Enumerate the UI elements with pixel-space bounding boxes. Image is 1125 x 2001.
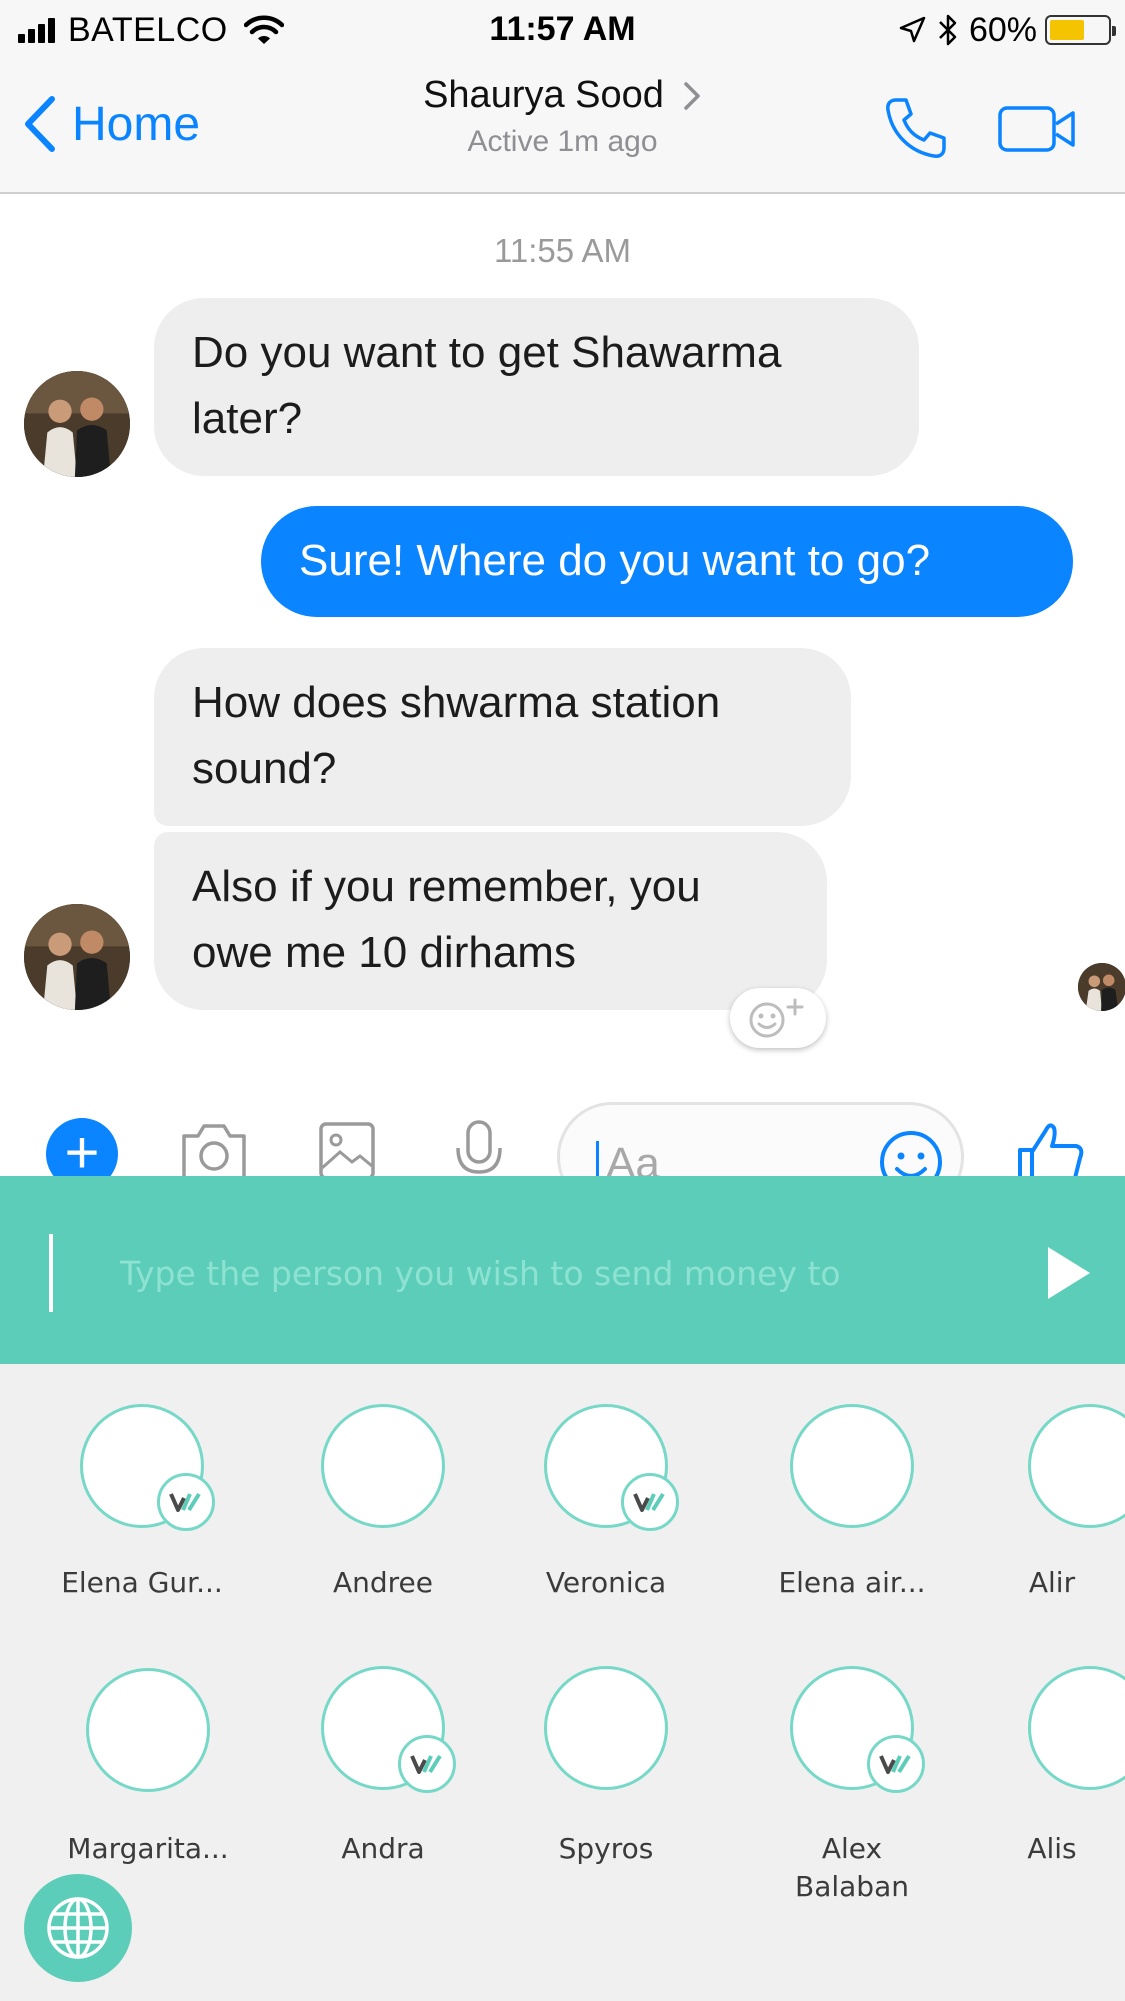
contact-name-button[interactable]: Shaurya Sood xyxy=(423,74,702,117)
message-input[interactable]: Aa xyxy=(557,1102,964,1176)
language-globe-button[interactable] xyxy=(24,1874,132,1982)
chevron-right-icon xyxy=(684,81,700,110)
conversation-header: Home Shaurya Sood Active 1m ago xyxy=(0,60,1125,194)
contact-name: Veronica xyxy=(545,1566,667,1599)
contact-status: Active 1m ago xyxy=(467,125,658,158)
seen-indicator-avatar xyxy=(1078,963,1125,1011)
avatar-photo xyxy=(24,904,130,1010)
contact-name: Alis xyxy=(1027,1832,1077,1865)
gallery-icon[interactable] xyxy=(318,1118,376,1176)
battery-percent: 60% xyxy=(968,10,1037,49)
verified-badge-icon xyxy=(398,1735,456,1793)
contact-avatar-placeholder xyxy=(544,1666,668,1790)
text-cursor xyxy=(49,1234,53,1312)
message-composer: + Aa xyxy=(0,1100,1125,1176)
message-bubble-received[interactable]: Do you want to get Shawarma later? xyxy=(154,298,919,476)
text-caret xyxy=(596,1141,599,1176)
contact-option[interactable]: Veronica xyxy=(506,1404,706,1602)
thumbs-up-icon[interactable] xyxy=(1016,1120,1086,1176)
contact-option[interactable]: Alex Balaban xyxy=(752,1666,952,1906)
plus-icon[interactable]: + xyxy=(46,1118,118,1176)
battery-icon xyxy=(1045,15,1116,45)
contact-avatar-placeholder xyxy=(790,1404,914,1528)
location-arrow-icon xyxy=(899,16,926,43)
contact-name: Shaurya Sood xyxy=(423,74,664,116)
bluetooth-icon xyxy=(939,14,957,46)
contact-avatar-placeholder xyxy=(86,1668,210,1792)
video-call-icon[interactable] xyxy=(998,104,1076,154)
recipient-search-input[interactable] xyxy=(84,1230,984,1316)
message-bubble-received[interactable]: Also if you remember, you owe me 10 dirh… xyxy=(154,832,827,1010)
emoji-plus-icon xyxy=(749,998,804,1038)
contact-avatar-placeholder xyxy=(80,1404,215,1531)
verified-badge-icon xyxy=(867,1735,925,1793)
contact-name: Andree xyxy=(332,1566,434,1599)
message-timestamp: 11:55 AM xyxy=(494,232,631,269)
money-recipient-bar xyxy=(0,1176,1125,1364)
contact-avatar[interactable] xyxy=(24,904,130,1010)
contact-avatar-placeholder xyxy=(321,1666,456,1793)
contact-avatar-placeholder xyxy=(321,1404,445,1528)
contact-avatar-placeholder xyxy=(1028,1404,1125,1528)
contact-name: Alir xyxy=(1028,1566,1076,1599)
contact-picker: Elena Gur... Andree Veronica Elena air..… xyxy=(0,1364,1125,2001)
verified-badge-icon xyxy=(157,1473,215,1531)
contact-name: Margarita... xyxy=(67,1832,229,1865)
contact-avatar-placeholder xyxy=(544,1404,679,1531)
microphone-icon[interactable] xyxy=(452,1118,506,1176)
contact-avatar-placeholder xyxy=(1028,1666,1125,1790)
add-reaction-button[interactable] xyxy=(730,988,826,1048)
call-icon[interactable] xyxy=(882,94,950,162)
contact-option[interactable]: Margarita... xyxy=(48,1668,248,1868)
contact-info: Shaurya Sood Active 1m ago xyxy=(0,74,1125,159)
contact-name: Elena Gur... xyxy=(61,1566,223,1599)
status-bar: BATELCO 11:57 AM 60% xyxy=(0,0,1125,60)
send-arrow-icon[interactable] xyxy=(1044,1244,1094,1302)
message-bubble-sent[interactable]: Sure! Where do you want to go? xyxy=(261,506,1073,617)
globe-icon xyxy=(47,1897,109,1959)
camera-icon[interactable] xyxy=(178,1118,250,1176)
contact-option[interactable]: Andree xyxy=(283,1404,483,1602)
battery-level xyxy=(1050,20,1084,40)
message-input-placeholder: Aa xyxy=(606,1139,660,1176)
contact-name: Elena air... xyxy=(778,1566,926,1599)
verified-badge-icon xyxy=(621,1473,679,1531)
contact-avatar-placeholder xyxy=(790,1666,925,1793)
message-bubble-received[interactable]: How does shwarma station sound? xyxy=(154,648,851,826)
status-right: 60% xyxy=(897,8,1116,52)
contact-option[interactable]: Alir xyxy=(952,1404,1125,1602)
contact-name: Andra xyxy=(341,1832,425,1865)
contact-name: Alex Balaban xyxy=(795,1832,909,1903)
avatar-photo xyxy=(24,371,130,477)
avatar-photo xyxy=(1078,963,1125,1011)
contact-option[interactable]: Elena Gur... xyxy=(42,1404,242,1602)
contact-avatar[interactable] xyxy=(24,371,130,477)
contact-option[interactable]: Alis xyxy=(952,1666,1125,1868)
emoji-icon[interactable] xyxy=(878,1129,944,1176)
contact-option[interactable]: Andra xyxy=(283,1666,483,1868)
contact-name: Spyros xyxy=(558,1832,654,1865)
contact-option[interactable]: Spyros xyxy=(506,1666,706,1868)
contact-option[interactable]: Elena air... xyxy=(752,1404,952,1602)
